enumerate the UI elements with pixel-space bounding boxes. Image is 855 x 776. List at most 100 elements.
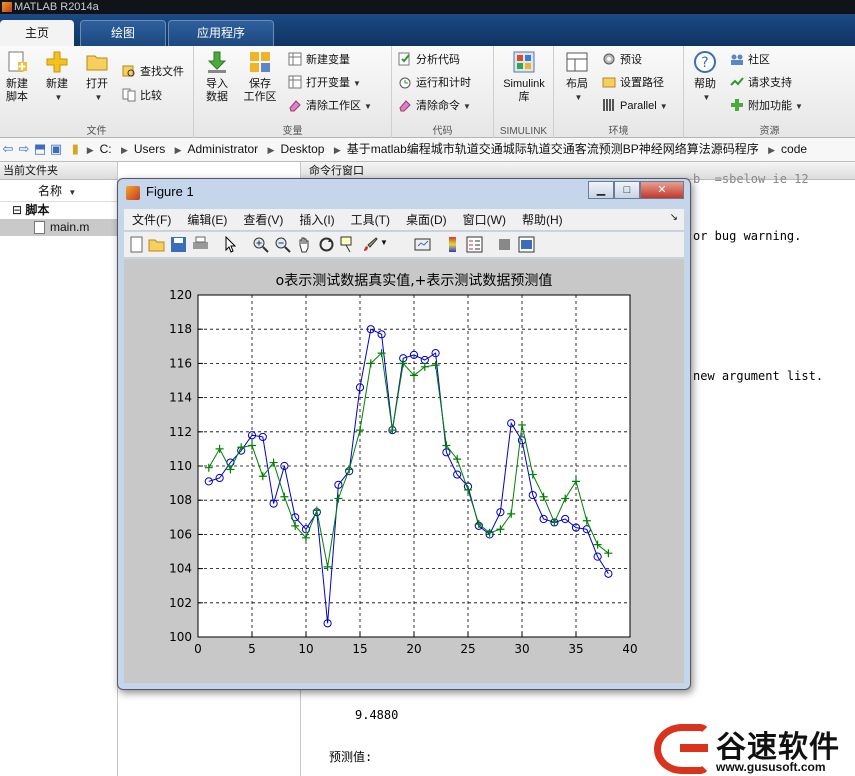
figure-titlebar[interactable]: Figure 1 ▁ □ ✕: [118, 179, 690, 207]
y-tick-label: 116: [169, 356, 192, 370]
pan-hand-icon[interactable]: [296, 236, 313, 253]
tab-plots[interactable]: 绘图: [80, 20, 166, 46]
up-folder-icon[interactable]: ⬒: [32, 138, 48, 160]
menu-view[interactable]: 查看(V): [235, 209, 291, 231]
app-titlebar: MATLAB R2014a: [0, 0, 855, 14]
save-ws-label-2: 工作区: [243, 91, 277, 103]
community-icon: [731, 54, 743, 65]
figure-canvas[interactable]: o表示测试数据真实值,+表示测试数据预测值 0 5 10 15 20 25 30 35 40 100…: [124, 259, 684, 683]
current-folder-panel: 当前文件夹 名称 ▼ ⊟ 脚本 main.m: [0, 162, 118, 776]
rotate-3d-icon[interactable]: [318, 236, 335, 253]
breadcrumb-users[interactable]: Users: [128, 138, 171, 160]
parallel-icon: [603, 99, 614, 111]
close-button[interactable]: ✕: [640, 181, 684, 199]
help-dropdown-icon: ▼: [702, 93, 711, 102]
compare-button[interactable]: 比较: [122, 86, 162, 106]
menu-insert[interactable]: 插入(I): [291, 209, 342, 231]
import-data-button[interactable]: 导入 数据: [202, 50, 232, 104]
run-and-time-icon: [399, 77, 411, 89]
pointer-icon[interactable]: [222, 236, 239, 253]
forward-icon[interactable]: ⇨: [16, 138, 32, 160]
new-script-button[interactable]: 新建 脚本: [2, 50, 32, 104]
clear-workspace-button[interactable]: 清除工作区 ▼: [288, 96, 372, 116]
zoom-out-icon[interactable]: [274, 236, 291, 253]
preferences-label: 预设: [620, 54, 642, 66]
menu-dock-icon[interactable]: ↘: [670, 212, 678, 223]
brush-icon[interactable]: [362, 236, 379, 253]
analyze-code-button[interactable]: 分析代码: [398, 50, 460, 70]
breadcrumb-administrator[interactable]: Administrator: [181, 138, 264, 160]
menu-window[interactable]: 窗口(W): [455, 209, 514, 231]
save-icon[interactable]: [170, 236, 187, 253]
command-output-value: 9.4880: [355, 708, 399, 722]
breadcrumb-drive[interactable]: C:: [94, 138, 118, 160]
tab-home[interactable]: 主页: [0, 20, 74, 46]
x-tick-label: 5: [248, 642, 256, 656]
show-plot-tools-icon[interactable]: [518, 236, 535, 253]
preferences-button[interactable]: 预设: [602, 50, 642, 70]
folder-item[interactable]: ⊟ 脚本: [0, 202, 117, 219]
file-label: main.m: [50, 220, 90, 234]
parallel-button[interactable]: Parallel ▼: [602, 96, 668, 116]
y-tick-label: 118: [169, 322, 192, 336]
open-variable-button[interactable]: 打开变量 ▼: [288, 73, 361, 93]
new-variable-button[interactable]: 新建变量: [288, 50, 350, 70]
x-tick-label: 40: [622, 642, 637, 656]
save-workspace-button[interactable]: 保存 工作区: [240, 50, 280, 104]
parallel-label: Parallel: [620, 100, 657, 112]
x-tick-label: 15: [352, 642, 367, 656]
group-label-environment: 环境: [608, 126, 629, 137]
browse-folder-icon[interactable]: ▣: [48, 138, 64, 160]
breadcrumb-project[interactable]: 基于matlab编程城市轨道交通城际轨道交通客流预测BP神经网络算法源码程序: [341, 138, 765, 160]
maximize-button[interactable]: □: [614, 181, 640, 199]
clear-commands-button[interactable]: 清除命令 ▼: [398, 96, 471, 116]
new-script-label-2: 脚本: [6, 91, 28, 103]
new-dropdown-icon: ▼: [54, 93, 63, 102]
run-and-time-button[interactable]: 运行和计时: [398, 73, 471, 93]
menu-desktop[interactable]: 桌面(D): [398, 209, 455, 231]
back-icon[interactable]: ⇦: [0, 138, 16, 160]
new-figure-icon[interactable]: [128, 236, 145, 253]
line-chart: o表示测试数据真实值,+表示测试数据预测值 0 5 10 15 20 25 30 35 40 100…: [169, 273, 638, 656]
ribbon-group-file: 新建 脚本 新建 ▼ 打开 ▼ 查找文件 比较 文件: [0, 46, 194, 138]
tab-apps[interactable]: 应用程序: [168, 20, 274, 46]
colorbar-icon[interactable]: [444, 236, 461, 253]
breadcrumb-code[interactable]: code: [775, 138, 813, 160]
request-support-button[interactable]: 请求支持: [730, 73, 792, 93]
print-icon[interactable]: [192, 236, 209, 253]
minimize-button[interactable]: ▁: [588, 181, 614, 199]
zoom-in-icon[interactable]: [252, 236, 269, 253]
analyze-code-label: 分析代码: [416, 54, 460, 66]
open-file-icon[interactable]: [148, 236, 165, 253]
hide-plot-tools-icon[interactable]: [496, 236, 513, 253]
ribbon-tabs: 主页 绘图 应用程序: [0, 14, 855, 46]
simulink-library-button[interactable]: Simulink 库: [498, 50, 550, 104]
clear-commands-label: 清除命令: [416, 100, 460, 112]
menu-help[interactable]: 帮助(H): [514, 209, 571, 231]
expand-icon[interactable]: ⊟: [12, 203, 22, 217]
breadcrumb-desktop[interactable]: Desktop: [274, 138, 330, 160]
legend-icon[interactable]: [466, 236, 483, 253]
figure-window[interactable]: Figure 1 ▁ □ ✕ 文件(F) 编辑(E) 查看(V) 插入(I) 工具(T)…: [117, 178, 691, 690]
clear-workspace-label: 清除工作区: [306, 100, 361, 112]
link-plot-icon[interactable]: [414, 236, 431, 253]
community-button[interactable]: 社区: [730, 50, 770, 70]
file-item[interactable]: main.m: [0, 219, 117, 236]
brush-dropdown-icon[interactable]: ▼: [380, 238, 388, 247]
add-ons-label: 附加功能: [748, 100, 792, 112]
open-button[interactable]: 打开 ▼: [82, 50, 112, 104]
command-output-prediction: 预测值:: [329, 750, 373, 764]
help-button[interactable]: ? 帮助 ▼: [690, 50, 720, 104]
find-files-button[interactable]: 查找文件: [122, 62, 184, 82]
data-cursor-icon[interactable]: [340, 236, 357, 253]
menu-edit[interactable]: 编辑(E): [179, 209, 235, 231]
new-button[interactable]: 新建 ▼: [40, 50, 74, 104]
add-ons-button[interactable]: 附加功能 ▼: [730, 96, 803, 116]
column-header-name[interactable]: 名称 ▼: [0, 180, 117, 202]
ribbon-group-environment: 布局 ▼ 预设 设置路径 Parallel ▼ 环境: [554, 46, 684, 138]
set-path-button[interactable]: 设置路径: [602, 73, 664, 93]
layout-button[interactable]: 布局 ▼: [560, 50, 594, 104]
menu-tools[interactable]: 工具(T): [343, 209, 398, 231]
find-files-label: 查找文件: [140, 66, 184, 78]
menu-file[interactable]: 文件(F): [124, 209, 179, 231]
